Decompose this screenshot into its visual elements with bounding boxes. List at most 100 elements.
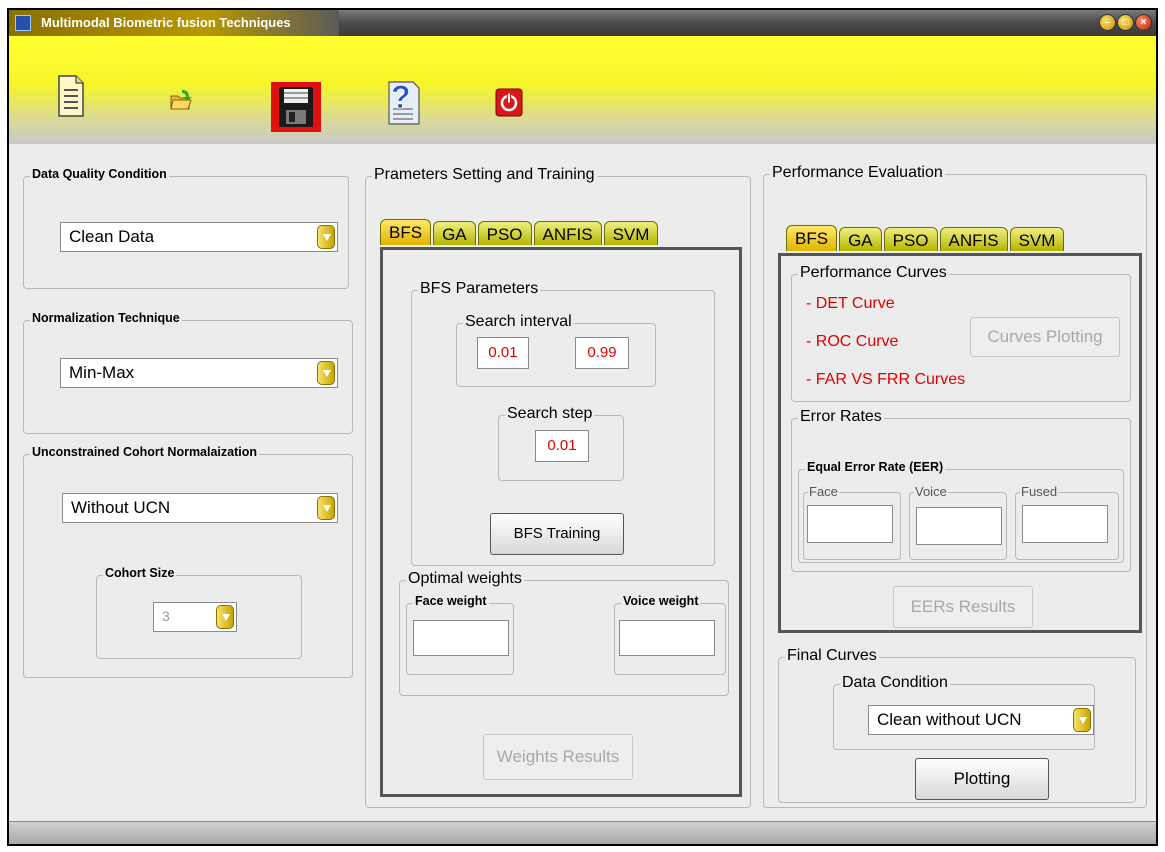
weights-results-button[interactable]: Weights Results xyxy=(483,734,633,780)
tab-ga[interactable]: GA xyxy=(839,227,882,251)
open-folder-icon[interactable] xyxy=(169,88,193,112)
far-frr-curve-item: - FAR VS FRR Curves xyxy=(806,371,966,388)
error-rates-group: Error Rates Equal Error Rate (EER) Face … xyxy=(791,408,1131,572)
search-step-group: Search step 0.01 xyxy=(498,405,624,481)
tab-bfs[interactable]: BFS xyxy=(786,225,838,251)
error-rates-label: Error Rates xyxy=(798,408,884,426)
data-condition-select[interactable]: Clean without UCN xyxy=(868,705,1094,735)
data-condition-group: Data Condition Clean without UCN xyxy=(833,674,1095,750)
ucn-label: Unconstrained Cohort Normalaization xyxy=(30,445,260,459)
parameters-title: Prameters Setting and Training xyxy=(372,166,597,184)
optimal-weights-label: Optimal weights xyxy=(406,570,524,588)
voice-weight-field[interactable] xyxy=(619,620,715,656)
perf-tabs: BFS GA PSO ANFIS SVM xyxy=(786,225,1065,251)
eer-fused-label: Fused xyxy=(1020,484,1059,499)
search-step-field[interactable]: 0.01 xyxy=(535,430,589,462)
help-icon[interactable]: ? xyxy=(385,78,423,128)
svg-text:?: ? xyxy=(391,79,411,115)
tab-anfis[interactable]: ANFIS xyxy=(533,221,602,245)
ucn-group: Unconstrained Cohort Normalaization With… xyxy=(23,445,353,678)
close-icon[interactable]: × xyxy=(1135,14,1152,31)
curves-plotting-button[interactable]: Curves Plotting xyxy=(970,317,1120,357)
tab-bfs[interactable]: BFS xyxy=(380,219,432,245)
data-condition-label: Data Condition xyxy=(840,674,950,692)
eer-voice-field[interactable] xyxy=(916,507,1002,545)
tab-anfis[interactable]: ANFIS xyxy=(939,227,1008,251)
title-bar: Multimodal Biometric fusion Techniques –… xyxy=(9,10,1156,36)
chevron-down-icon[interactable] xyxy=(317,225,335,249)
bfs-training-button[interactable]: BFS Training xyxy=(490,513,624,555)
final-curves-group: Final Curves Data Condition Clean withou… xyxy=(778,647,1136,803)
eer-voice-group: Voice xyxy=(909,484,1007,560)
eer-face-label: Face xyxy=(808,484,839,499)
window-controls: – □ × xyxy=(1099,14,1152,31)
face-weight-field[interactable] xyxy=(413,620,509,656)
toolbar: ? xyxy=(9,36,1156,144)
eer-face-field[interactable] xyxy=(807,505,893,543)
tab-pso[interactable]: PSO xyxy=(477,221,532,245)
save-floppy-icon[interactable] xyxy=(271,82,321,132)
minimize-icon[interactable]: – xyxy=(1099,14,1116,31)
performance-title: Performance Evaluation xyxy=(770,164,945,182)
data-quality-label: Data Quality Condition xyxy=(30,167,169,181)
new-document-icon[interactable] xyxy=(57,74,85,118)
data-condition-value: Clean without UCN xyxy=(877,710,1022,729)
voice-weight-label: Voice weight xyxy=(621,594,701,608)
cohort-size-select[interactable]: 3 xyxy=(153,602,237,632)
tab-svm[interactable]: SVM xyxy=(1009,227,1065,251)
normalization-select[interactable]: Min-Max xyxy=(60,358,338,388)
face-weight-label: Face weight xyxy=(413,594,489,608)
search-interval-min-field[interactable]: 0.01 xyxy=(477,337,529,369)
params-tab-content: BFS Parameters Search interval 0.01 0.99… xyxy=(380,247,742,797)
eer-face-group: Face xyxy=(803,484,901,560)
face-weight-group: Face weight xyxy=(406,594,514,675)
search-interval-max-field[interactable]: 0.99 xyxy=(575,337,629,369)
chevron-down-icon[interactable] xyxy=(1073,708,1091,732)
voice-weight-group: Voice weight xyxy=(614,594,726,675)
params-tabs: BFS GA PSO ANFIS SVM xyxy=(380,219,659,245)
data-quality-value: Clean Data xyxy=(69,227,155,246)
tab-ga[interactable]: GA xyxy=(433,221,476,245)
performance-curves-group: Performance Curves - DET Curve - ROC Cur… xyxy=(791,264,1131,402)
chevron-down-icon[interactable] xyxy=(317,496,335,520)
window-title: Multimodal Biometric fusion Techniques xyxy=(41,15,291,30)
tab-svm[interactable]: SVM xyxy=(603,221,659,245)
perf-tab-content: Performance Curves - DET Curve - ROC Cur… xyxy=(778,253,1142,633)
search-step-label: Search step xyxy=(505,405,595,423)
main-window: Multimodal Biometric fusion Techniques –… xyxy=(7,8,1158,846)
normalization-group: Normalization Technique Min-Max xyxy=(23,311,353,434)
det-curve-item: - DET Curve xyxy=(806,295,895,312)
bfs-parameters-label: BFS Parameters xyxy=(418,280,541,298)
tab-pso[interactable]: PSO xyxy=(883,227,938,251)
data-quality-group: Data Quality Condition Clean Data xyxy=(23,167,349,289)
chevron-down-icon[interactable] xyxy=(216,605,234,629)
data-quality-select[interactable]: Clean Data xyxy=(60,222,338,252)
normalization-label: Normalization Technique xyxy=(30,311,182,325)
plotting-button[interactable]: Plotting xyxy=(915,758,1049,800)
eer-fused-field[interactable] xyxy=(1022,505,1108,543)
search-interval-group: Search interval 0.01 0.99 xyxy=(456,313,656,387)
app-icon xyxy=(15,15,31,31)
eer-voice-label: Voice xyxy=(914,484,948,499)
normalization-value: Min-Max xyxy=(69,363,135,382)
cohort-size-label: Cohort Size xyxy=(103,566,177,580)
search-interval-label: Search interval xyxy=(463,313,574,331)
optimal-weights-group: Optimal weights Face weight Voice weight xyxy=(399,570,729,696)
cohort-size-group: Cohort Size 3 xyxy=(96,566,302,659)
status-bar xyxy=(9,821,1156,844)
ucn-value: Without UCN xyxy=(71,498,171,517)
chevron-down-icon[interactable] xyxy=(317,361,335,385)
eer-fused-group: Fused xyxy=(1015,484,1119,560)
maximize-icon[interactable]: □ xyxy=(1117,14,1134,31)
eers-results-button[interactable]: EERs Results xyxy=(893,586,1033,628)
cohort-size-value: 3 xyxy=(162,608,170,624)
eer-group: Equal Error Rate (EER) Face Voice Fused xyxy=(798,460,1124,563)
roc-curve-item: - ROC Curve xyxy=(806,333,899,350)
final-curves-label: Final Curves xyxy=(785,647,879,665)
power-exit-icon[interactable] xyxy=(495,88,523,118)
eer-label: Equal Error Rate (EER) xyxy=(805,460,946,474)
parameters-group: Prameters Setting and Training BFS GA PS… xyxy=(365,166,751,808)
ucn-select[interactable]: Without UCN xyxy=(62,493,338,523)
performance-group: Performance Evaluation BFS GA PSO ANFIS … xyxy=(763,164,1147,808)
performance-curves-label: Performance Curves xyxy=(798,264,949,282)
